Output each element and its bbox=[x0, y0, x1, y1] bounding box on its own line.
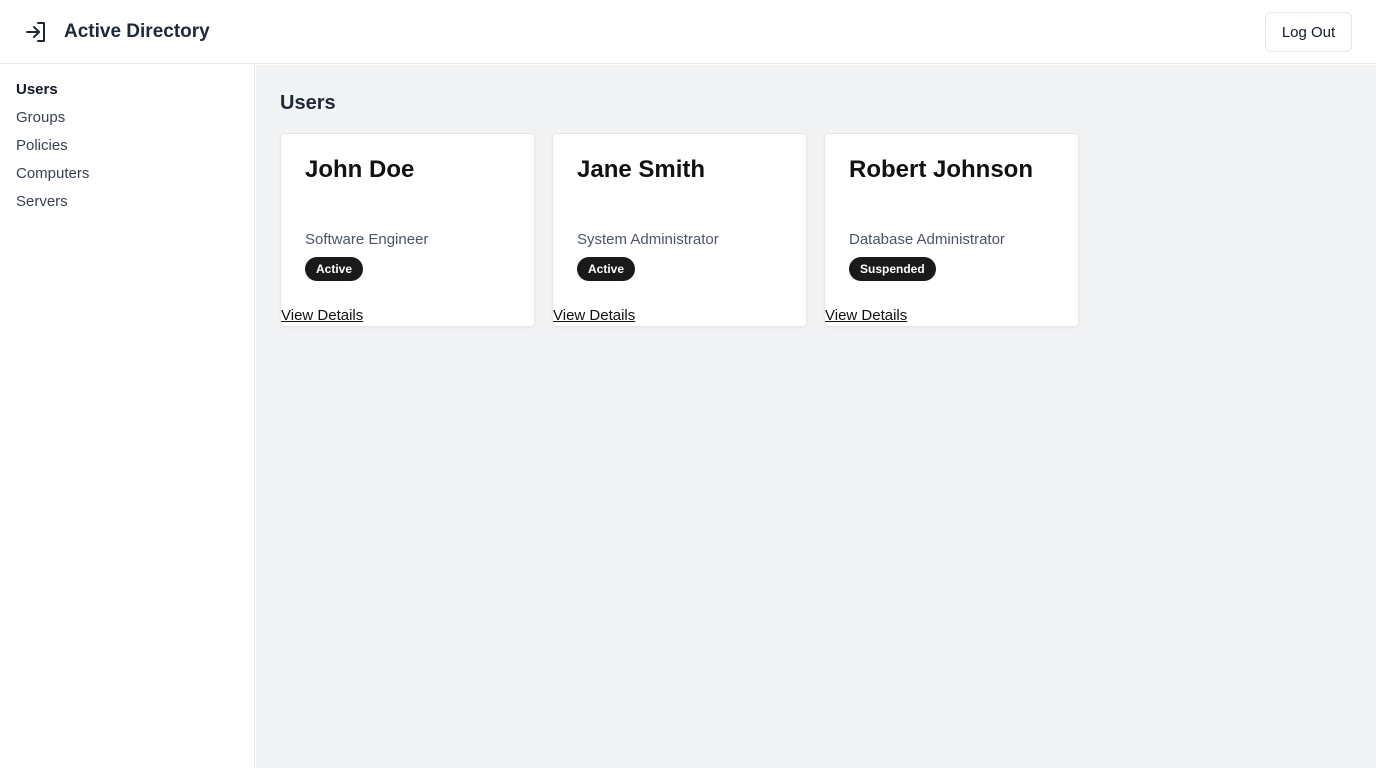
sidebar: Users Groups Policies Computers Servers bbox=[0, 64, 255, 768]
log-out-button[interactable]: Log Out bbox=[1265, 12, 1352, 52]
user-card: John Doe Software Engineer Active View D… bbox=[280, 133, 535, 327]
user-name: John Doe bbox=[305, 156, 415, 183]
sidebar-item-groups[interactable]: Groups bbox=[16, 108, 65, 128]
page-title: Users bbox=[280, 92, 336, 114]
user-card: Jane Smith System Administrator Active V… bbox=[552, 133, 807, 327]
view-details-link[interactable]: View Details bbox=[825, 307, 907, 325]
status-badge: Active bbox=[305, 257, 364, 281]
sidebar-item-servers[interactable]: Servers bbox=[16, 192, 68, 212]
user-card: Robert Johnson Database Administrator Su… bbox=[824, 133, 1079, 327]
user-role: System Administrator bbox=[577, 231, 719, 248]
user-name: Robert Johnson bbox=[849, 156, 1033, 183]
login-arrow-icon bbox=[24, 20, 48, 44]
top-header: Active Directory Log Out bbox=[0, 0, 1376, 64]
user-role: Database Administrator bbox=[849, 231, 1005, 248]
app-title: Active Directory bbox=[64, 21, 210, 42]
sidebar-item-policies[interactable]: Policies bbox=[16, 136, 68, 156]
user-role: Software Engineer bbox=[305, 231, 429, 248]
sidebar-item-users[interactable]: Users bbox=[16, 80, 58, 100]
status-badge: Active bbox=[577, 257, 636, 281]
view-details-link[interactable]: View Details bbox=[553, 307, 635, 325]
view-details-link[interactable]: View Details bbox=[281, 307, 363, 325]
status-badge: Suspended bbox=[849, 257, 936, 281]
user-name: Jane Smith bbox=[577, 156, 706, 183]
sidebar-item-computers[interactable]: Computers bbox=[16, 164, 89, 184]
main-content: Users John Doe Software Engineer Active … bbox=[256, 65, 1376, 768]
